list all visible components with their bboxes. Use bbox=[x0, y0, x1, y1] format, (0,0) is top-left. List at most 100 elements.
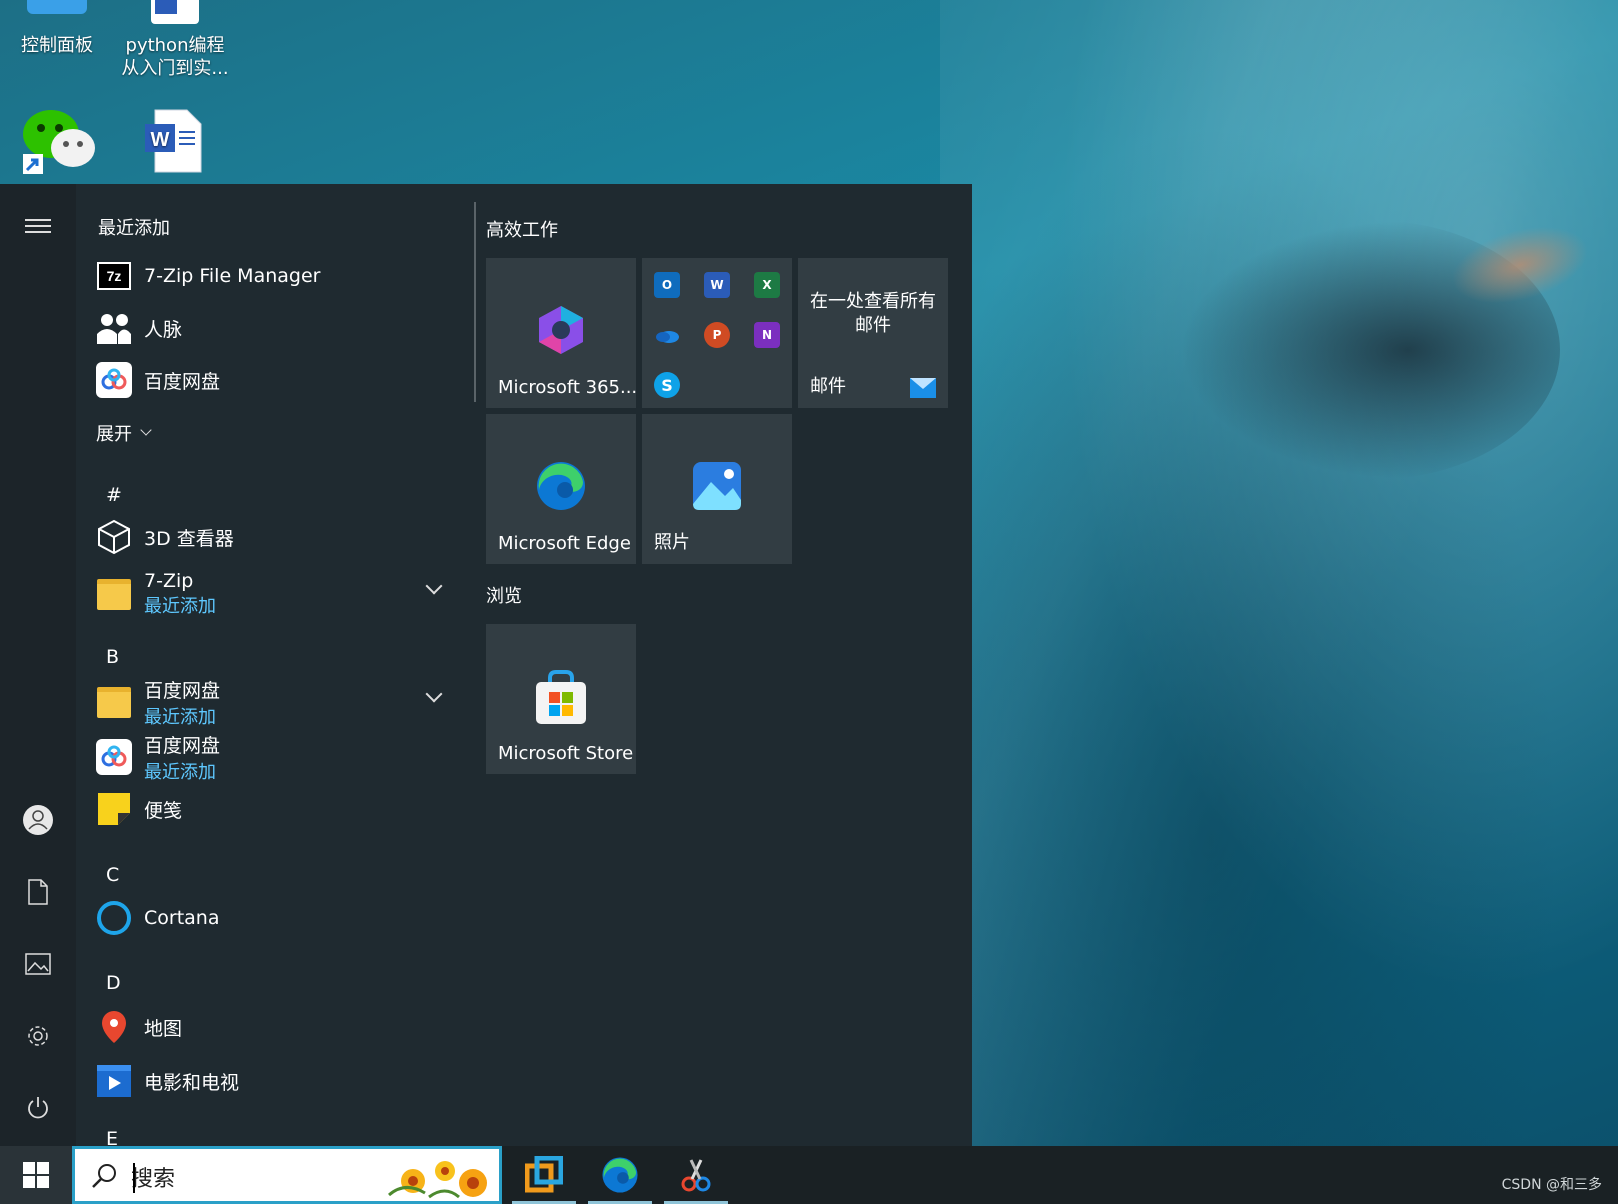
desktop-icon-label: 控制面板 bbox=[21, 35, 93, 56]
photos-icon bbox=[693, 462, 741, 510]
expand-button[interactable]: 展开 bbox=[96, 408, 456, 458]
documents-button[interactable] bbox=[18, 872, 58, 912]
cortana-icon bbox=[96, 900, 132, 936]
recent-header: 最近添加 bbox=[98, 218, 170, 239]
app-name: 百度网盘 bbox=[144, 370, 221, 393]
app-item-people[interactable]: 人脉 bbox=[96, 303, 456, 353]
user-avatar-icon bbox=[23, 805, 53, 835]
7zip-icon: 7z bbox=[96, 258, 132, 294]
tile-microsoft-365[interactable]: Microsoft 365... bbox=[486, 258, 638, 408]
app-subtitle: 最近添加 bbox=[144, 761, 216, 783]
tile-office-folder[interactable]: O W X P N S bbox=[642, 258, 792, 408]
chevron-down-icon bbox=[140, 424, 152, 436]
wechat-icon bbox=[23, 110, 95, 174]
app-item-movies-tv[interactable]: 电影和电视 bbox=[96, 1056, 456, 1106]
desktop-icon-control-panel[interactable]: 控制面板 bbox=[2, 0, 112, 57]
group-title-productivity: 高效工作 bbox=[486, 220, 558, 241]
word-icon: W bbox=[704, 272, 730, 298]
scroll-divider[interactable] bbox=[474, 202, 476, 402]
baidu-netdisk-icon bbox=[96, 362, 132, 398]
taskbar-app-snipping-tool[interactable] bbox=[664, 1146, 728, 1204]
app-name: 百度网盘 bbox=[144, 734, 221, 757]
powerpoint-icon: P bbox=[704, 322, 730, 348]
app-name: 3D 查看器 bbox=[144, 527, 234, 550]
power-button[interactable] bbox=[18, 1088, 58, 1128]
letter-header-hash[interactable]: # bbox=[106, 484, 122, 506]
user-account-button[interactable] bbox=[18, 800, 58, 840]
folder-icon bbox=[96, 576, 132, 612]
gear-icon bbox=[28, 1026, 48, 1046]
settings-button[interactable] bbox=[18, 1016, 58, 1056]
svg-text:W: W bbox=[151, 129, 170, 151]
search-input[interactable]: 搜索 bbox=[72, 1146, 502, 1204]
desktop-icon-wechat[interactable] bbox=[4, 108, 114, 180]
letter-header-d[interactable]: D bbox=[106, 972, 121, 994]
letter-header-c[interactable]: C bbox=[106, 864, 119, 886]
start-menu-rail bbox=[0, 184, 76, 1146]
microsoft-365-icon bbox=[539, 306, 583, 354]
app-item-cortana[interactable]: Cortana bbox=[96, 893, 456, 943]
baidu-netdisk-icon bbox=[96, 739, 132, 775]
app-name: 百度网盘 bbox=[144, 679, 221, 702]
app-name: Cortana bbox=[144, 907, 220, 929]
edge-icon bbox=[602, 1157, 638, 1193]
people-icon bbox=[96, 310, 132, 346]
onenote-icon: N bbox=[754, 322, 780, 348]
desktop-icon-word-doc[interactable]: W bbox=[118, 108, 228, 180]
taskbar-app-edge[interactable] bbox=[588, 1146, 652, 1204]
start-menu: 最近添加 7z 7-Zip File Manager 人脉 百度网盘 展开 # bbox=[0, 184, 972, 1146]
onedrive-icon bbox=[654, 322, 680, 348]
tile-microsoft-edge[interactable]: Microsoft Edge bbox=[486, 414, 636, 564]
chevron-down-icon[interactable] bbox=[425, 685, 443, 703]
desktop-icon-python-book[interactable]: python编程 从入门到实... bbox=[120, 0, 230, 80]
map-pin-icon bbox=[96, 1009, 132, 1045]
tile-photos[interactable]: 照片 bbox=[642, 414, 792, 564]
flowers-decoration-icon bbox=[388, 1161, 487, 1199]
letter-header-e[interactable]: E bbox=[106, 1128, 118, 1146]
app-item-baidu-netdisk-recent[interactable]: 百度网盘 bbox=[96, 355, 456, 405]
watermark: CSDN @和三多 bbox=[1501, 1177, 1602, 1193]
pictures-button[interactable] bbox=[18, 944, 58, 984]
app-item-7zip-file-manager[interactable]: 7z 7-Zip File Manager bbox=[96, 251, 456, 301]
search-icon bbox=[92, 1164, 116, 1188]
app-item-3d-viewer[interactable]: 3D 查看器 bbox=[96, 512, 456, 562]
text-caret bbox=[133, 1163, 135, 1193]
tile-microsoft-store[interactable]: Microsoft Store bbox=[486, 624, 636, 774]
app-subtitle: 最近添加 bbox=[144, 706, 216, 728]
chevron-down-icon[interactable] bbox=[425, 577, 443, 595]
mail-tile-text: 在一处查看所有邮件 bbox=[810, 291, 936, 336]
app-name: 地图 bbox=[144, 1017, 183, 1040]
sticky-note-icon bbox=[96, 791, 132, 827]
tile-label: Microsoft Edge bbox=[498, 533, 631, 554]
word-document-icon bbox=[151, 0, 199, 24]
hamburger-menu-button[interactable] bbox=[18, 206, 58, 246]
edge-icon bbox=[537, 462, 585, 510]
folder-icon bbox=[96, 684, 132, 720]
excel-icon: X bbox=[754, 272, 780, 298]
letter-header-b[interactable]: B bbox=[106, 646, 119, 668]
mail-envelope-icon bbox=[910, 378, 936, 398]
app-item-baidu-netdisk[interactable]: 百度网盘 最近添加 bbox=[96, 729, 456, 785]
app-name: 电影和电视 bbox=[144, 1071, 240, 1094]
app-name: 便笺 bbox=[144, 799, 183, 822]
vmware-icon bbox=[525, 1156, 563, 1193]
app-name: 7-Zip bbox=[144, 570, 194, 592]
control-panel-icon bbox=[27, 0, 87, 14]
windows-logo-icon bbox=[23, 1162, 49, 1188]
app-item-7zip-folder[interactable]: 7-Zip 最近添加 bbox=[96, 566, 456, 622]
taskbar-app-vmware[interactable] bbox=[512, 1146, 576, 1204]
app-item-baidu-netdisk-folder[interactable]: 百度网盘 最近添加 bbox=[96, 674, 456, 730]
search-placeholder: 搜索 bbox=[131, 1167, 176, 1192]
tile-mail[interactable]: 在一处查看所有邮件 邮件 bbox=[798, 258, 948, 408]
app-item-sticky-notes[interactable]: 便笺 bbox=[96, 784, 456, 834]
app-list: 最近添加 7z 7-Zip File Manager 人脉 百度网盘 展开 # bbox=[76, 184, 466, 1146]
tile-label: Microsoft 365... bbox=[498, 377, 638, 398]
app-name: 人脉 bbox=[144, 318, 183, 341]
app-item-maps[interactable]: 地图 bbox=[96, 1002, 456, 1052]
app-name: 7-Zip File Manager bbox=[144, 265, 321, 287]
store-bag-icon bbox=[536, 670, 586, 724]
app-subtitle: 最近添加 bbox=[144, 596, 216, 617]
hamburger-icon bbox=[25, 219, 51, 233]
3d-cube-icon bbox=[96, 519, 132, 555]
start-button[interactable] bbox=[0, 1146, 72, 1204]
